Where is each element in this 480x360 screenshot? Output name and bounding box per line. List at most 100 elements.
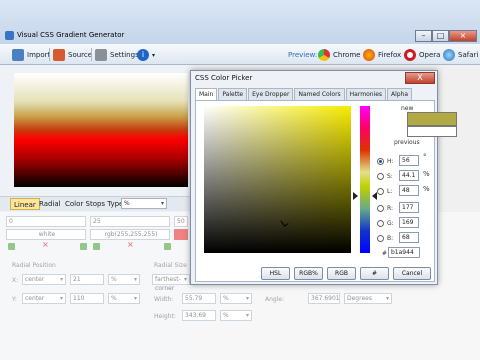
radial-size-label: Radial Size	[154, 262, 187, 269]
r-input[interactable]: 177	[399, 202, 419, 213]
h-input[interactable]: 56	[399, 155, 419, 166]
slider-arrow-right-icon[interactable]	[372, 192, 377, 200]
preview-chrome-button[interactable]: Chrome	[318, 49, 360, 61]
saturation-lightness-field[interactable]	[204, 106, 351, 253]
tab-main[interactable]: Main	[195, 88, 218, 100]
radio-s[interactable]	[377, 173, 384, 180]
tab-radial[interactable]: Radial	[36, 198, 64, 210]
window-title: Visual CSS Gradient Generator	[17, 31, 125, 39]
dialog-close-button[interactable]: X	[405, 72, 435, 84]
chevron-down-icon: ▾	[152, 51, 156, 59]
source-button[interactable]: Source	[53, 49, 92, 61]
y-unit-select[interactable]: %	[108, 293, 140, 304]
remove-stop-icon[interactable]: ×	[127, 240, 134, 249]
stop-position-input[interactable]: 25	[90, 216, 170, 227]
cancel-button[interactable]: Cancel	[393, 267, 431, 280]
preview-safari-button[interactable]: Safari	[443, 49, 478, 61]
rgb-percent-button[interactable]: RGB%	[294, 267, 323, 280]
add-stop-icon[interactable]	[8, 243, 15, 250]
radio-b[interactable]	[377, 235, 384, 242]
radio-g[interactable]	[377, 220, 384, 227]
stop-color-input[interactable]: rgb(255,255,255)	[90, 229, 170, 240]
title-bar: Visual CSS Gradient Generator – □ ×	[0, 0, 480, 44]
x-anchor-select[interactable]: center	[22, 274, 66, 285]
radio-r[interactable]	[377, 205, 384, 212]
window-controls: – □ ×	[415, 30, 477, 42]
previous-color-swatch[interactable]	[407, 126, 457, 137]
add-stop-icon[interactable]	[164, 243, 171, 250]
toolbar-divider	[91, 48, 92, 61]
import-button[interactable]: Import	[12, 49, 50, 61]
opera-icon	[404, 49, 416, 61]
stop-color-input[interactable]: white	[6, 229, 86, 240]
x-label: X:	[12, 277, 19, 284]
preview-label: Preview:	[288, 51, 318, 59]
toolbar-divider	[49, 48, 50, 61]
field-label: H:	[387, 158, 394, 165]
height-input[interactable]: 343.69	[182, 310, 216, 321]
close-button[interactable]: ×	[449, 30, 477, 42]
width-input[interactable]: 55.79	[182, 293, 216, 304]
x-value-input[interactable]: 21	[70, 274, 104, 285]
add-stop-icon[interactable]	[80, 243, 87, 250]
help-button[interactable]: i ▾	[137, 49, 155, 61]
tab-alpha[interactable]: Alpha	[387, 88, 413, 100]
browser-label: Opera	[419, 51, 441, 59]
field-label: B:	[387, 235, 394, 242]
b-input[interactable]: 68	[399, 232, 419, 243]
x-unit-select[interactable]: %	[108, 274, 140, 285]
s-input[interactable]: 44.1	[399, 170, 419, 181]
remove-stop-icon[interactable]: ×	[42, 240, 49, 249]
hex-input[interactable]: b1a944	[388, 247, 420, 258]
hex-button[interactable]: #	[360, 267, 389, 280]
settings-button[interactable]: Settings	[95, 49, 139, 61]
field-label: S:	[387, 173, 393, 180]
width-unit-select[interactable]: %	[220, 293, 252, 304]
hue-slider[interactable]	[360, 106, 370, 253]
height-unit-select[interactable]: %	[220, 310, 252, 321]
stop-position-input[interactable]: 50	[174, 216, 188, 227]
l-input[interactable]: 48	[399, 185, 419, 196]
size-select[interactable]: farthest-corner	[152, 274, 190, 292]
tab-eye-dropper[interactable]: Eye Dropper	[248, 88, 294, 100]
chrome-icon	[318, 49, 330, 61]
source-label: Source	[68, 51, 93, 59]
browser-label: Safari	[458, 51, 479, 59]
app-window: Visual CSS Gradient Generator – □ × Impo…	[0, 0, 480, 360]
stop-position-input[interactable]: 0	[6, 216, 86, 227]
hsl-button[interactable]: HSL	[261, 267, 290, 280]
slider-arrow-left-icon[interactable]	[353, 192, 358, 200]
width-label: Width:	[154, 296, 174, 303]
settings-icon	[95, 49, 107, 61]
rgb-button[interactable]: RGB	[327, 267, 356, 280]
angle-input[interactable]: 367.6901	[308, 293, 340, 304]
tab-harmonies[interactable]: Harmonies	[345, 88, 387, 100]
browser-label: Chrome	[333, 51, 361, 59]
tab-palette[interactable]: Palette	[218, 88, 248, 100]
preview-firefox-button[interactable]: Firefox	[363, 49, 401, 61]
angle-unit-select[interactable]: Degrees	[344, 293, 392, 304]
add-stop-icon[interactable]	[93, 243, 100, 250]
y-value-input[interactable]: 110	[70, 293, 104, 304]
tab-named-colors[interactable]: Named Colors	[294, 88, 345, 100]
import-label: Import	[27, 51, 51, 59]
import-icon	[12, 49, 24, 61]
radio-l[interactable]	[377, 188, 384, 195]
source-icon	[53, 49, 65, 61]
firefox-icon	[363, 49, 375, 61]
preview-opera-button[interactable]: Opera	[404, 49, 440, 61]
stop-color-swatch[interactable]	[174, 229, 188, 240]
color-stops-type-select[interactable]: %	[121, 198, 167, 209]
app-icon	[5, 31, 14, 40]
y-anchor-select[interactable]: center	[22, 293, 66, 304]
radio-h[interactable]	[377, 158, 384, 165]
maximize-button[interactable]: □	[432, 30, 449, 42]
dialog-tabs: Main Palette Eye Dropper Named Colors Ha…	[195, 88, 413, 100]
cursor-icon	[280, 218, 289, 227]
g-input[interactable]: 169	[399, 217, 419, 228]
y-label: Y:	[12, 296, 17, 303]
field-label: R:	[387, 205, 394, 212]
angle-label: Angle:	[265, 296, 285, 303]
field-label: L:	[387, 188, 393, 195]
minimize-button[interactable]: –	[415, 30, 432, 42]
